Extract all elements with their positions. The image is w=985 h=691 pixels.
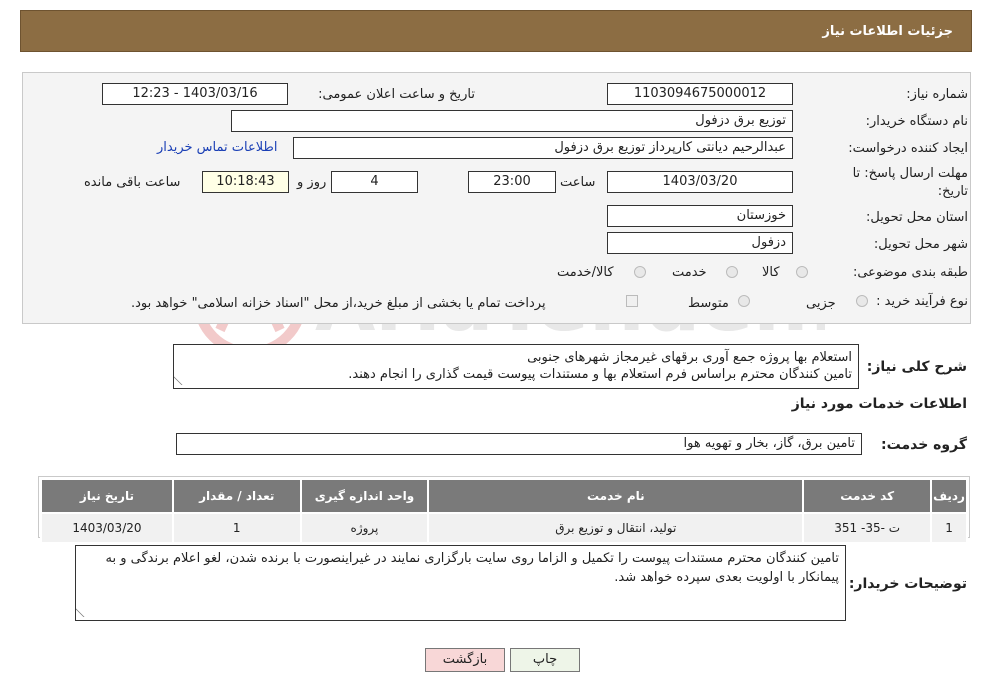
resize-grip-icon[interactable] — [76, 608, 94, 617]
process-medium-radio[interactable] — [738, 295, 750, 307]
buyer-notes-label: توضیحات خریدار: — [848, 576, 967, 592]
description-textarea[interactable]: استعلام بها پروژه جمع آوری برقهای غیرمجا… — [173, 344, 859, 389]
col-header-service-code: کد خدمت — [802, 478, 933, 514]
deadline-time-field: 23:00 — [468, 171, 556, 193]
category-goods-label: کالا — [762, 265, 780, 280]
cell-unit: پروژه — [299, 512, 430, 544]
print-button[interactable]: چاپ — [510, 648, 580, 672]
category-goods-radio[interactable] — [796, 266, 808, 278]
col-header-need-date: تاریخ نیاز — [40, 478, 174, 514]
announce-date-field: 1403/03/16 - 12:23 — [102, 83, 288, 105]
buyer-org-label: نام دستگاه خریدار: — [865, 114, 968, 129]
process-medium-label: متوسط — [688, 296, 729, 311]
category-service-label: خدمت — [672, 265, 707, 280]
cell-quantity: 1 — [171, 512, 302, 544]
col-header-quantity: تعداد / مقدار — [171, 478, 302, 514]
process-minor-radio[interactable] — [856, 295, 868, 307]
process-minor-label: جزیی — [806, 296, 836, 311]
description-line-2: تامین کنندگان محترم براساس فرم استعلام ب… — [348, 367, 852, 382]
deadline-time-label: ساعت — [560, 175, 596, 190]
buyer-contact-link[interactable]: اطلاعات تماس خریدار — [157, 140, 277, 155]
table-header-row: ردیف کد خدمت نام خدمت واحد اندازه گیری ت… — [40, 478, 968, 514]
col-header-unit: واحد اندازه گیری — [299, 478, 430, 514]
buyer-notes-text: تامین کنندگان محترم مستندات پیوست را تکم… — [105, 551, 839, 585]
cell-need-date: 1403/03/20 — [40, 512, 174, 544]
page-title: جزئیات اطلاعات نیاز — [822, 24, 953, 39]
days-label: روز و — [297, 175, 327, 190]
remaining-time-field: 10:18:43 — [202, 171, 289, 193]
cell-service-name: تولید، انتقال و توزیع برق — [427, 512, 805, 544]
category-service-radio[interactable] — [726, 266, 738, 278]
category-goods-service-radio[interactable] — [634, 266, 646, 278]
col-header-service-name: نام خدمت — [427, 478, 805, 514]
col-header-row-number: ردیف — [930, 478, 968, 514]
buyer-org-field: توزیع برق دزفول — [231, 110, 793, 132]
city-label: شهر محل تحویل: — [873, 237, 968, 252]
table-row: 1 ت -35- 351 تولید، انتقال و توزیع برق پ… — [40, 512, 968, 544]
service-group-field: تامین برق، گاز، بخار و تهویه هوا — [176, 433, 862, 455]
province-label: استان محل تحویل: — [866, 210, 968, 225]
days-remaining-field: 4 — [331, 171, 418, 193]
deadline-label: مهلت ارسال پاسخ: تا — [852, 166, 968, 181]
cell-service-code: ت -35- 351 — [802, 512, 933, 544]
need-number-label: شماره نیاز: — [906, 87, 968, 102]
description-label: شرح کلی نیاز: — [866, 359, 967, 375]
province-field: خوزستان — [607, 205, 793, 227]
creator-label: ایجاد کننده درخواست: — [848, 141, 968, 156]
announce-date-label: تاریخ و ساعت اعلان عمومی: — [318, 87, 475, 102]
cell-row-number: 1 — [930, 512, 968, 544]
treasury-payment-checkbox[interactable] — [626, 295, 638, 307]
need-number-field: 1103094675000012 — [607, 83, 793, 105]
remaining-time-label: ساعت باقی مانده — [84, 175, 181, 190]
process-type-label: نوع فرآیند خرید : — [876, 294, 968, 309]
services-section-title: اطلاعات خدمات مورد نیاز — [791, 396, 967, 412]
city-field: دزفول — [607, 232, 793, 254]
back-button[interactable]: بازگشت — [425, 648, 505, 672]
deadline-label-2: تاریخ: — [937, 184, 968, 199]
page-header: جزئیات اطلاعات نیاز — [20, 10, 972, 52]
description-line-1: استعلام بها پروژه جمع آوری برقهای غیرمجا… — [527, 350, 852, 365]
category-label: طبقه بندی موضوعی: — [852, 265, 968, 280]
treasury-payment-note: پرداخت تمام یا بخشی از مبلغ خرید،از محل … — [131, 296, 546, 311]
deadline-date-field: 1403/03/20 — [607, 171, 793, 193]
category-goods-service-label: کالا/خدمت — [557, 265, 614, 280]
buyer-notes-textarea[interactable]: تامین کنندگان محترم مستندات پیوست را تکم… — [75, 545, 846, 621]
creator-field: عبدالرحیم دیانتی کارپرداز توزیع برق دزفو… — [293, 137, 793, 159]
service-group-label: گروه خدمت: — [881, 437, 967, 453]
services-table: ردیف کد خدمت نام خدمت واحد اندازه گیری ت… — [40, 478, 968, 544]
